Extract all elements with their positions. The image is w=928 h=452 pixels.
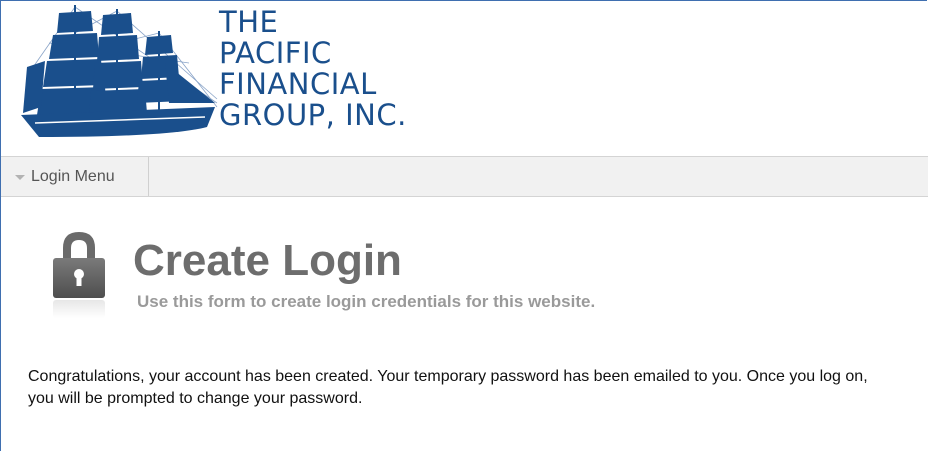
- nav-bar: Login Menu: [1, 156, 928, 197]
- sailing-ship-icon: [21, 5, 218, 137]
- logo-line: GROUP, INC.: [219, 98, 407, 132]
- page-title: Create Login: [133, 236, 402, 285]
- caret-down-icon: [15, 175, 25, 180]
- login-menu-button[interactable]: Login Menu: [1, 157, 149, 196]
- login-menu-label: Login Menu: [31, 167, 115, 185]
- logo-line: FINANCIAL: [219, 67, 377, 101]
- logo-line: THE: [219, 5, 279, 39]
- padlock-icon: [53, 232, 105, 318]
- company-logo-text: THE PACIFIC FINANCIAL GROUP, INC.: [219, 7, 407, 131]
- site-header: THE PACIFIC FINANCIAL GROUP, INC.: [1, 1, 927, 155]
- logo-line: PACIFIC: [219, 36, 332, 70]
- page-subtitle: Use this form to create login credential…: [137, 292, 596, 311]
- confirmation-message: Congratulations, your account has been c…: [28, 368, 868, 407]
